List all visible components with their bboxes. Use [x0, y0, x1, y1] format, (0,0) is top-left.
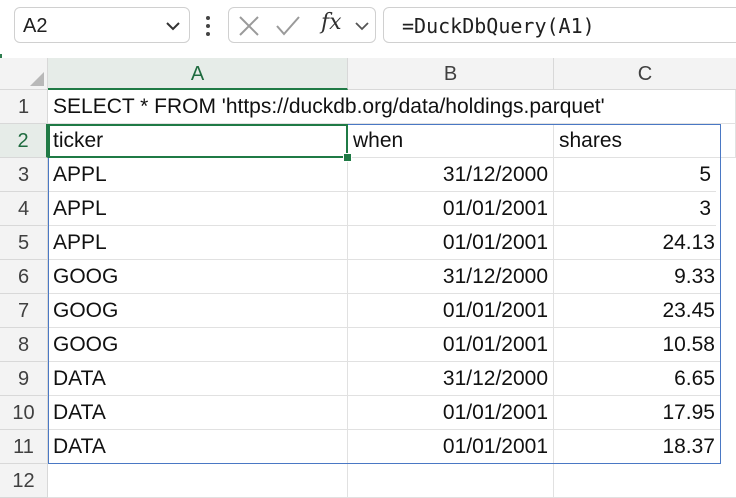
cell-b8[interactable]: 01/01/2001	[348, 328, 554, 362]
cell-a6[interactable]: GOOG	[48, 260, 348, 294]
insert-function-button[interactable]: fx	[321, 10, 342, 35]
row-header[interactable]: 1	[0, 90, 48, 124]
cell-b7[interactable]: 01/01/2001	[348, 294, 554, 328]
cell-b3[interactable]: 31/12/2000	[348, 158, 554, 192]
cell-c11[interactable]: 18.37	[554, 430, 720, 464]
cell-b9[interactable]: 31/12/2000	[348, 362, 554, 396]
cancel-icon[interactable]	[237, 14, 261, 38]
cell-c1[interactable]	[554, 90, 736, 124]
cell-b5[interactable]: 01/01/2001	[348, 226, 554, 260]
cell-b12[interactable]	[348, 464, 554, 498]
more-options-icon[interactable]	[200, 12, 216, 40]
row-header[interactable]: 4	[0, 192, 48, 226]
cell-a1[interactable]: SELECT * FROM 'https://duckdb.org/data/h…	[48, 90, 605, 124]
cell-a11[interactable]: DATA	[48, 430, 348, 464]
cell-b4[interactable]: 01/01/2001	[348, 192, 554, 226]
cell-a4[interactable]: APPL	[48, 192, 348, 226]
column-header-c[interactable]: C	[554, 58, 736, 90]
row-header[interactable]: 6	[0, 260, 48, 294]
row-header[interactable]: 5	[0, 226, 48, 260]
column-header-b[interactable]: B	[348, 58, 554, 90]
row-header[interactable]: 3	[0, 158, 48, 192]
cell-a12[interactable]	[48, 464, 348, 498]
cell-b2[interactable]: when	[348, 124, 554, 158]
row-header[interactable]: 9	[0, 362, 48, 396]
cell-c5[interactable]: 24.13	[554, 226, 720, 260]
cell-c9[interactable]: 6.65	[554, 362, 720, 396]
formula-buttons: fx	[228, 7, 376, 43]
cell-a3[interactable]: APPL	[48, 158, 348, 192]
row-header[interactable]: 2	[0, 124, 48, 158]
cell-c4[interactable]: 3	[554, 192, 716, 226]
cell-a9[interactable]: DATA	[48, 362, 348, 396]
cell-c7[interactable]: 23.45	[554, 294, 720, 328]
name-box[interactable]: A2	[14, 7, 190, 43]
cell-b6[interactable]: 31/12/2000	[348, 260, 554, 294]
row-header[interactable]: 8	[0, 328, 48, 362]
formula-text: =DuckDbQuery(A1)	[402, 14, 595, 38]
row-header[interactable]: 11	[0, 430, 48, 464]
chevron-down-icon[interactable]	[163, 16, 183, 36]
cell-c12[interactable]	[554, 464, 736, 498]
cell-c3[interactable]: 5	[554, 158, 716, 192]
cell-c2[interactable]: shares	[554, 124, 736, 158]
column-header-a[interactable]: A	[48, 58, 348, 90]
name-box-value: A2	[23, 15, 48, 37]
row-header[interactable]: 12	[0, 464, 48, 498]
cell-b1[interactable]	[348, 90, 554, 124]
formula-bar-area: A2 fx =DuckDbQuery(A1)	[0, 0, 736, 54]
select-all-corner[interactable]	[0, 58, 48, 90]
chevron-down-icon[interactable]	[353, 16, 371, 36]
cell-b11[interactable]: 01/01/2001	[348, 430, 554, 464]
cell-a8[interactable]: GOOG	[48, 328, 348, 362]
cell-a2[interactable]: ticker	[48, 124, 348, 158]
fill-handle[interactable]	[343, 153, 352, 162]
formula-input[interactable]: =DuckDbQuery(A1)	[383, 7, 736, 43]
cell-c10[interactable]: 17.95	[554, 396, 720, 430]
enter-check-icon[interactable]	[275, 14, 301, 38]
cell-c8[interactable]: 10.58	[554, 328, 720, 362]
row-header[interactable]: 7	[0, 294, 48, 328]
row-header[interactable]: 10	[0, 396, 48, 430]
cell-a7[interactable]: GOOG	[48, 294, 348, 328]
cell-c6[interactable]: 9.33	[554, 260, 720, 294]
cell-a5[interactable]: APPL	[48, 226, 348, 260]
cell-b10[interactable]: 01/01/2001	[348, 396, 554, 430]
cell-a10[interactable]: DATA	[48, 396, 348, 430]
